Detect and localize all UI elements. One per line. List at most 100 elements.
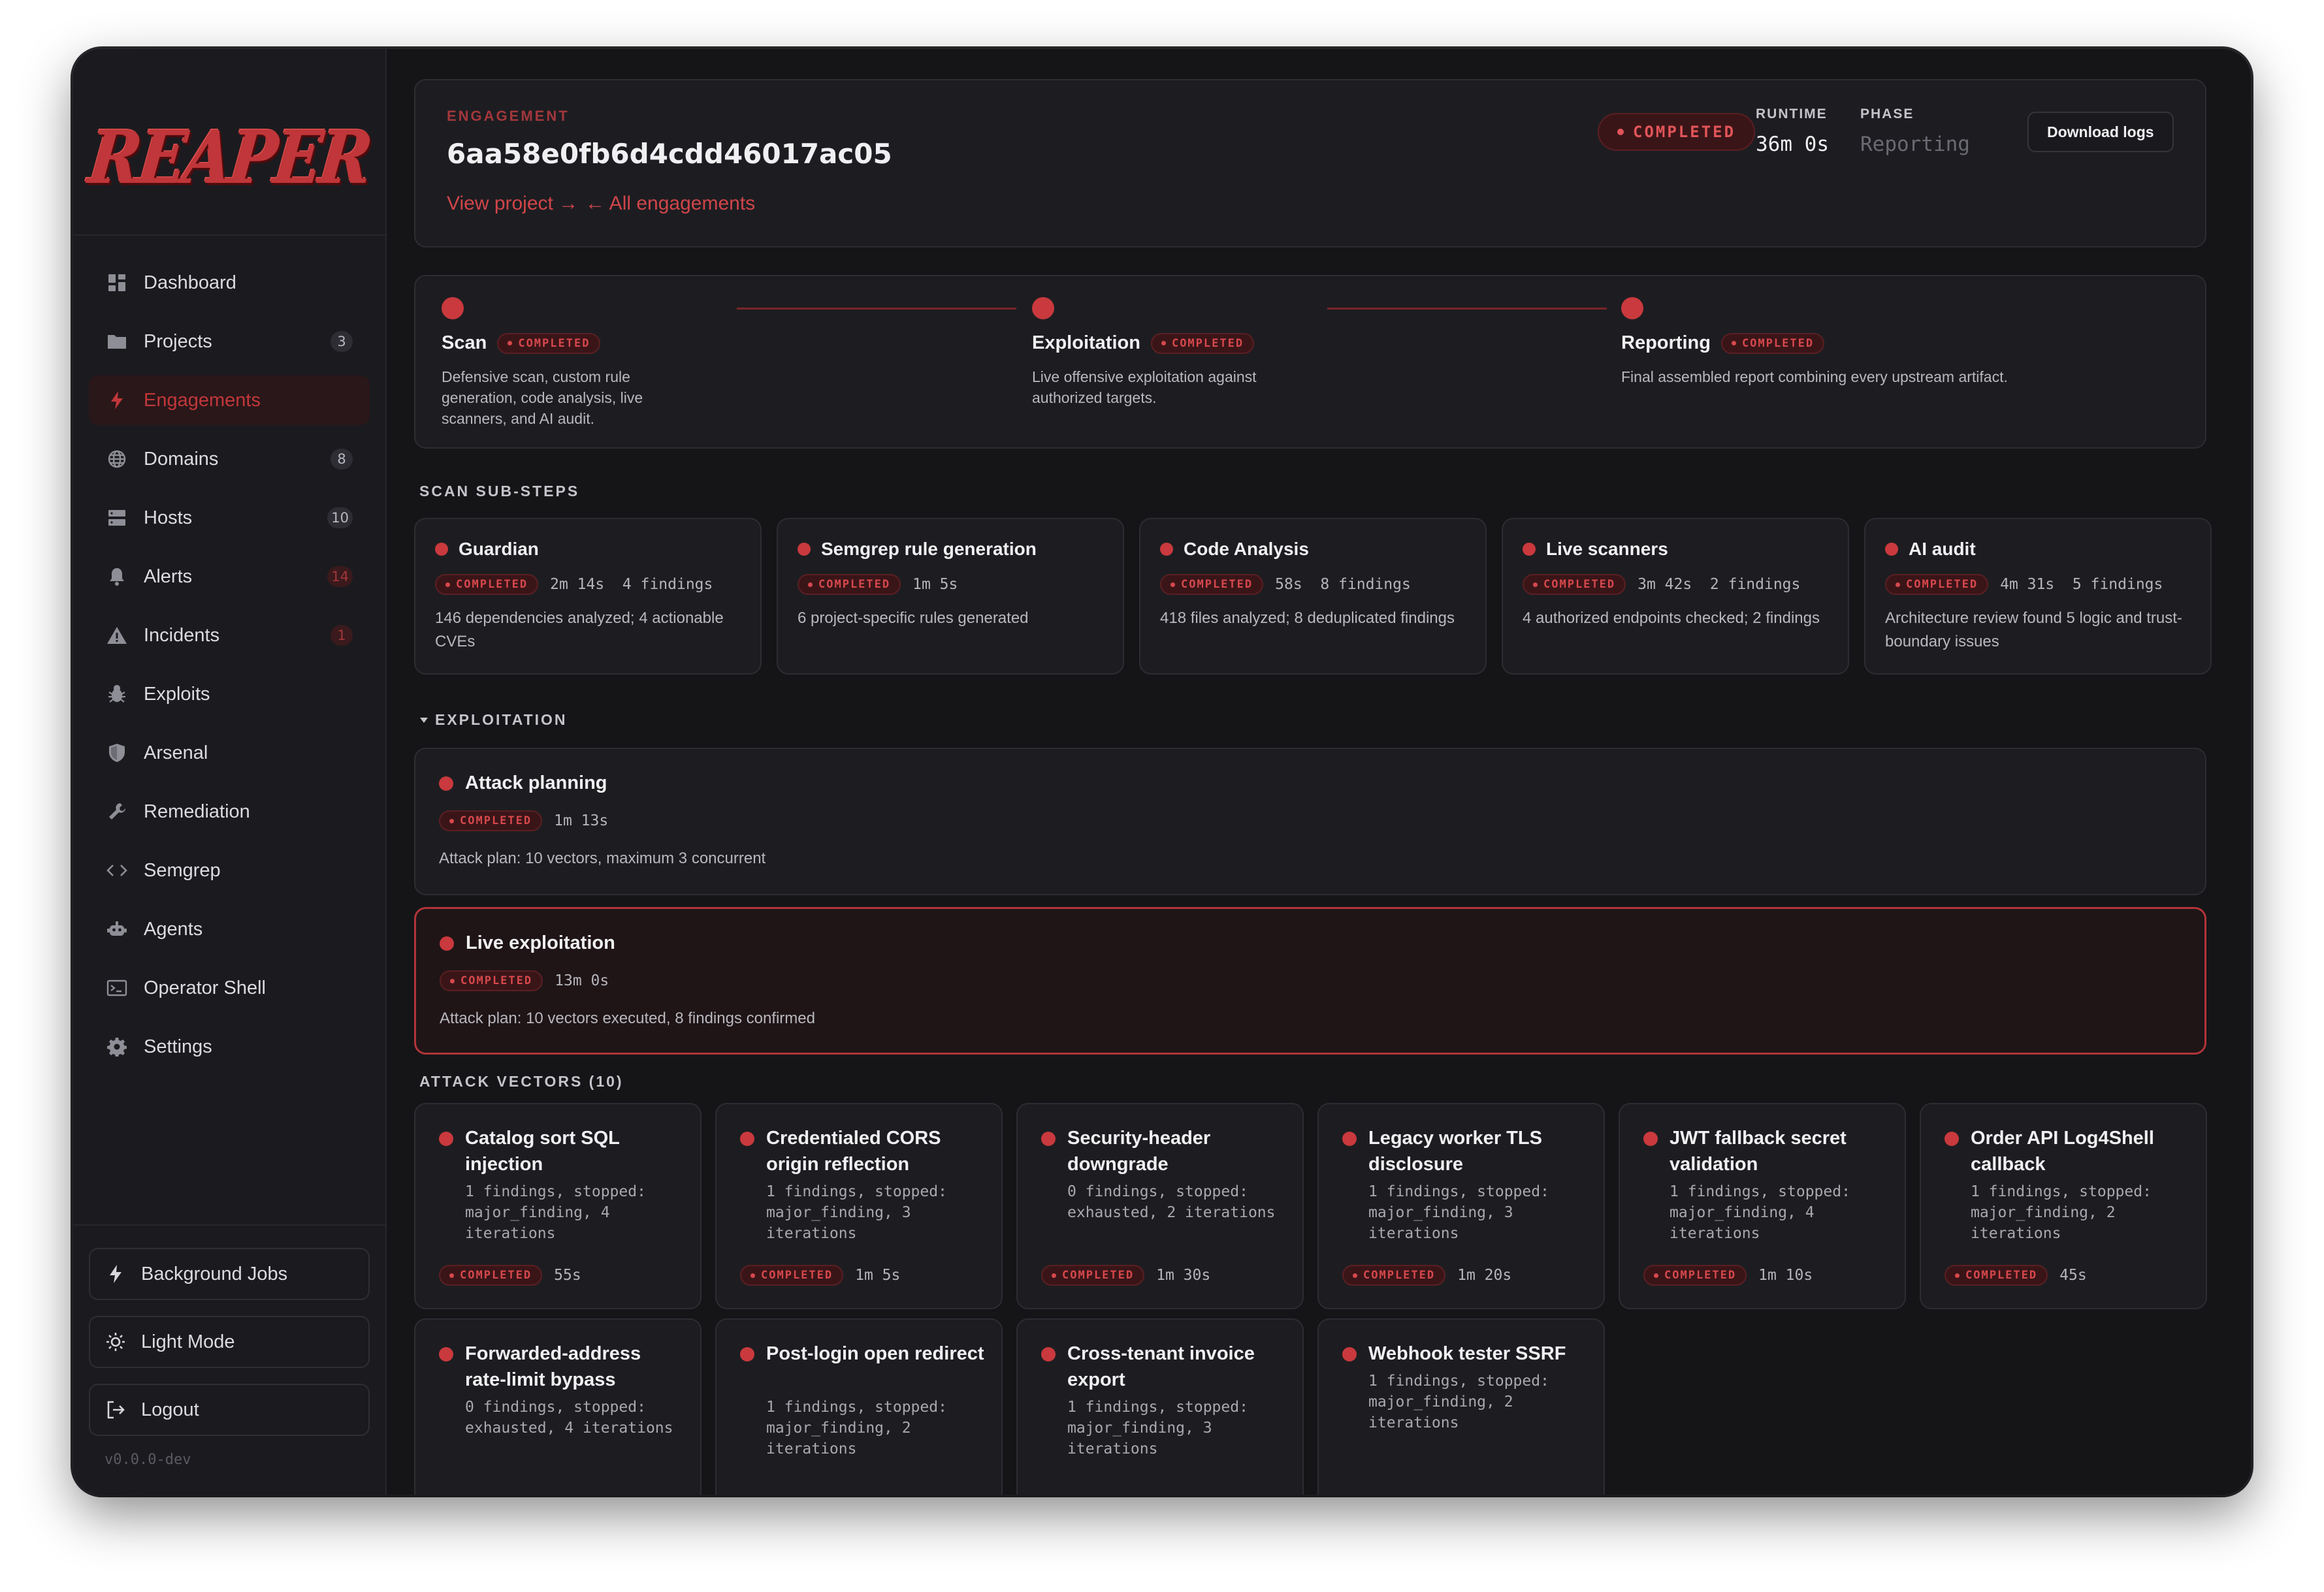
sidebar-item-label: Operator Shell xyxy=(144,977,266,998)
sidebar-item-arsenal[interactable]: Arsenal xyxy=(89,728,370,778)
vector-meta-row: COMPLETED 45s xyxy=(1945,1265,2087,1286)
status-text: COMPLETED xyxy=(1906,578,1978,591)
sidebar-item-domains[interactable]: Domains 8 xyxy=(89,434,370,484)
exploitation-toggle[interactable]: EXPLOITATION xyxy=(419,711,568,729)
substep-heading: AI audit xyxy=(1885,539,1976,560)
vector-description: 1 findings, stopped: major_finding, 3 it… xyxy=(1067,1399,1248,1457)
app-window: REAPER Dashboard Projects 3 Engagements Doma… xyxy=(73,49,2251,1495)
vector-title: Legacy worker TLS disclosure xyxy=(1368,1128,1542,1175)
status-dot xyxy=(1654,1273,1658,1278)
step-title: Attack planning xyxy=(465,772,607,793)
vector-heading: Catalog sort SQL injection xyxy=(439,1125,687,1177)
sidebar-item-label: Hosts xyxy=(144,507,193,528)
attack-vector-card[interactable]: Security-header downgrade 0 findings, sto… xyxy=(1016,1103,1304,1309)
status-badge: COMPLETED xyxy=(497,332,601,354)
view-project-link[interactable]: View project → xyxy=(447,193,578,215)
phase-title: Exploitation xyxy=(1032,332,1140,353)
sidebar-item-operator-shell[interactable]: Operator Shell xyxy=(89,963,370,1013)
substep-description: Architecture review found 5 logic and tr… xyxy=(1885,609,2182,650)
status-text: COMPLETED xyxy=(1171,336,1244,350)
sidebar-item-semgrep[interactable]: Semgrep xyxy=(89,846,370,895)
step-description: Attack plan: 10 vectors executed, 8 find… xyxy=(440,1010,815,1027)
sidebar-item-engagements[interactable]: Engagements xyxy=(89,375,370,425)
status-indicator xyxy=(440,936,454,951)
attack-vector-card[interactable]: Credentialed CORS origin reflection 1 fin… xyxy=(715,1103,1003,1309)
status-badge: COMPLETED xyxy=(1041,1265,1145,1286)
substep-card[interactable]: Live scanners COMPLETED 3m 42s 2 findings 4… xyxy=(1502,518,1849,675)
download-logs-button[interactable]: Download logs xyxy=(2027,112,2174,152)
sidebar-item-remediation[interactable]: Remediation xyxy=(89,787,370,836)
attack-vector-card[interactable]: Cross-tenant invoice export 1 findings, s… xyxy=(1016,1318,1304,1495)
attack-vector-card[interactable]: Order API Log4Shell callback 1 findings, … xyxy=(1920,1103,2207,1309)
vector-title: Forwarded-address rate-limit bypass xyxy=(465,1343,641,1390)
status-indicator xyxy=(798,543,811,556)
exploitation-step-card[interactable]: Live exploitation COMPLETED 13m 0s Attack p… xyxy=(414,907,2206,1055)
step-description: Attack plan: 10 vectors, maximum 3 concu… xyxy=(439,850,766,867)
wrench-icon xyxy=(106,801,128,823)
attack-vector-card[interactable]: Post-login open redirect 1 findings, stop… xyxy=(715,1318,1003,1495)
status-dot xyxy=(808,582,813,587)
status-dot xyxy=(1617,129,1624,135)
sidebar-item-hosts[interactable]: Hosts 10 xyxy=(89,493,370,543)
sidebar-item-label: Domains xyxy=(144,448,219,470)
substep-meta-row: COMPLETED 3m 42s 2 findings xyxy=(1523,574,1800,595)
vector-title: Cross-tenant invoice export xyxy=(1067,1343,1255,1390)
vector-duration: 45s xyxy=(2059,1267,2087,1284)
vector-description: 1 findings, stopped: major_finding, 4 it… xyxy=(1670,1183,1850,1242)
status-text: COMPLETED xyxy=(1062,1269,1135,1282)
logout-button[interactable]: Logout xyxy=(89,1384,370,1436)
status-indicator xyxy=(1342,1132,1357,1146)
sidebar-item-dashboard[interactable]: Dashboard xyxy=(89,258,370,308)
light-mode-label: Light Mode xyxy=(141,1331,235,1352)
all-engagements-link[interactable]: ← All engagements xyxy=(585,193,755,215)
substep-meta-row: COMPLETED 1m 5s xyxy=(798,574,958,595)
sidebar-item-label: Alerts xyxy=(144,565,193,587)
substep-card[interactable]: Guardian COMPLETED 2m 14s 4 findings 146 de… xyxy=(414,518,762,675)
status-indicator xyxy=(439,1347,453,1361)
substep-card[interactable]: Semgrep rule generation COMPLETED 1m 5s 6 p… xyxy=(777,518,1124,675)
sidebar-item-alerts[interactable]: Alerts 14 xyxy=(89,552,370,601)
substep-title: Guardian xyxy=(459,539,539,559)
engagement-eyebrow: ENGAGEMENT xyxy=(447,108,570,124)
sidebar-item-exploits[interactable]: Exploits xyxy=(89,669,370,719)
phase-marker xyxy=(1621,297,1643,319)
scan-substeps-heading: SCAN SUB-STEPS xyxy=(419,483,580,500)
step-meta-row: COMPLETED 1m 13s xyxy=(439,810,608,831)
attack-vector-card[interactable]: Forwarded-address rate-limit bypass 0 fin… xyxy=(414,1318,702,1495)
step-title: Live exploitation xyxy=(466,932,615,953)
status-badge: COMPLETED xyxy=(1720,332,1825,354)
attack-vector-card[interactable]: Webhook tester SSRF 1 findings, stopped: … xyxy=(1317,1318,1605,1495)
substep-meta: 2m 14s 4 findings xyxy=(550,576,713,593)
vector-title: Webhook tester SSRF xyxy=(1368,1343,1566,1364)
substep-card[interactable]: AI audit COMPLETED 4m 31s 5 findings Archit… xyxy=(1864,518,2212,675)
phase-marker xyxy=(1032,297,1054,319)
divider xyxy=(73,234,385,236)
main-content: ENGAGEMENT 6aa58e0fb6d4cdd46017ac05 View… xyxy=(385,49,2251,1495)
sun-icon xyxy=(105,1331,127,1353)
server-icon xyxy=(106,507,128,529)
sidebar-item-label: Arsenal xyxy=(144,742,208,763)
sidebar-item-incidents[interactable]: Incidents 1 xyxy=(89,611,370,660)
step-duration: 1m 13s xyxy=(554,812,609,829)
substep-heading: Semgrep rule generation xyxy=(798,539,1037,560)
brand-logo[interactable]: REAPER xyxy=(73,116,385,200)
vector-heading: Credentialed CORS origin reflection xyxy=(740,1125,988,1177)
sidebar-item-settings[interactable]: Settings xyxy=(89,1022,370,1072)
vector-body: 1 findings, stopped: major_finding, 4 it… xyxy=(465,1181,687,1244)
substep-title: Semgrep rule generation xyxy=(821,539,1037,559)
sidebar-item-agents[interactable]: Agents xyxy=(89,904,370,954)
substep-card[interactable]: Code Analysis COMPLETED 58s 8 findings 418 … xyxy=(1139,518,1487,675)
substep-description: 6 project-specific rules generated xyxy=(798,609,1029,627)
background-jobs-label: Background Jobs xyxy=(141,1263,288,1284)
attack-vector-card[interactable]: Catalog sort SQL injection 1 findings, st… xyxy=(414,1103,702,1309)
status-indicator xyxy=(435,543,448,556)
exploitation-step-card[interactable]: Attack planning COMPLETED 1m 13s Attack pla… xyxy=(414,748,2206,895)
step-heading: Live exploitation xyxy=(440,932,615,954)
sidebar-item-projects[interactable]: Projects 3 xyxy=(89,317,370,366)
background-jobs-button[interactable]: Background Jobs xyxy=(89,1248,370,1300)
substep-meta: 4m 31s 5 findings xyxy=(2000,576,2163,593)
vector-title: Catalog sort SQL injection xyxy=(465,1128,620,1175)
attack-vector-card[interactable]: Legacy worker TLS disclosure 1 findings, … xyxy=(1317,1103,1605,1309)
attack-vector-card[interactable]: JWT fallback secret validation 1 findings… xyxy=(1619,1103,1906,1309)
light-mode-toggle[interactable]: Light Mode xyxy=(89,1316,370,1368)
